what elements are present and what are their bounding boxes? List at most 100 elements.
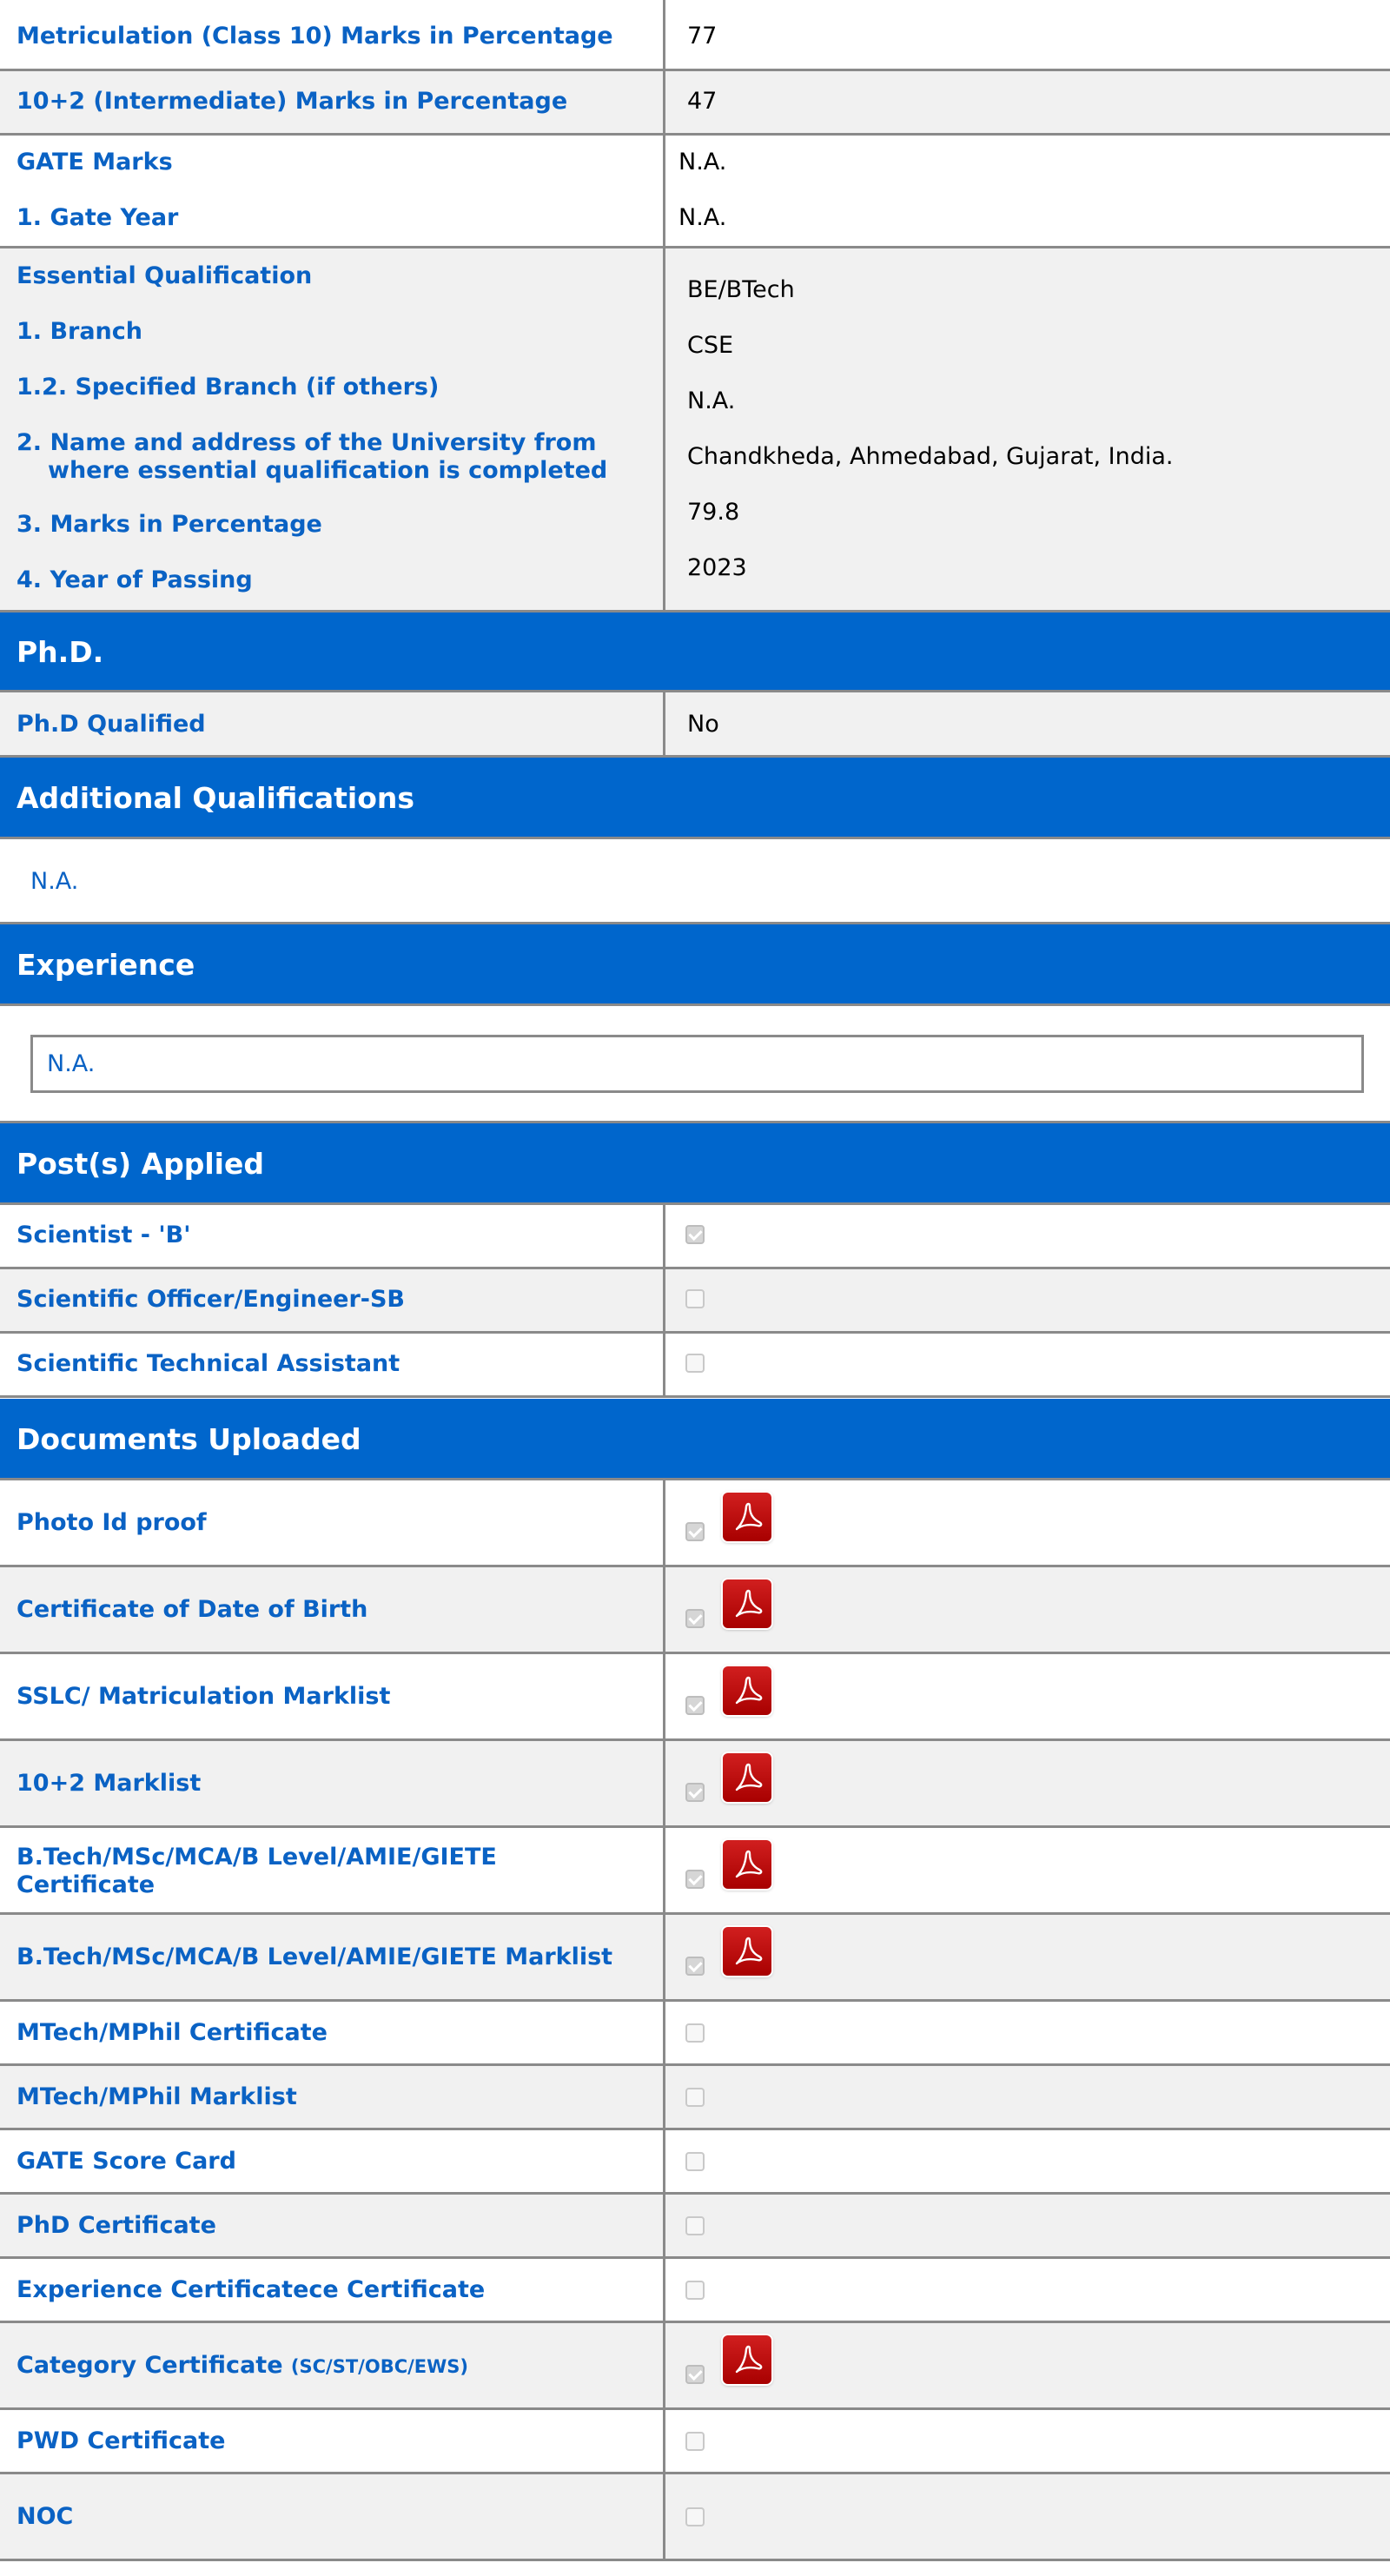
- document-row-11-label: Category Certificate (SC/ST/OBC/EWS): [17, 2352, 469, 2379]
- matriculation-row: Metriculation (Class 10) Marks in Percen…: [0, 0, 1390, 71]
- pdf-file-icon[interactable]: [723, 1927, 771, 1976]
- document-row-9-checkbox[interactable]: [685, 2216, 705, 2235]
- document-row-3-checkbox[interactable]: [685, 1783, 705, 1802]
- column-divider: [663, 2002, 665, 2063]
- column-divider: [663, 0, 665, 69]
- document-row-11-label-suffix: (SC/ST/OBC/EWS): [290, 2356, 469, 2377]
- column-divider: [663, 2259, 665, 2321]
- document-row-13-checkbox[interactable]: [685, 2507, 705, 2526]
- post-row-1-label: Scientific Officer/Engineer-SB: [17, 1286, 406, 1313]
- document-row-3: 10+2 Marklist: [0, 1741, 1390, 1828]
- document-row-8-checkbox[interactable]: [685, 2152, 705, 2171]
- university-value: Chandkheda, Ahmedabad, Gujarat, India.: [687, 443, 1174, 470]
- document-row-0-label: Photo Id proof: [17, 1509, 207, 1536]
- document-row-3-label: 10+2 Marklist: [17, 1770, 202, 1797]
- document-row-9-label: PhD Certificate: [17, 2212, 216, 2239]
- document-row-0-checkbox[interactable]: [685, 1522, 705, 1541]
- document-row-5-label: B.Tech/MSc/MCA/B Level/AMIE/GIETE Markli…: [17, 1944, 613, 1970]
- experience-row: N.A.: [0, 1006, 1390, 1123]
- phd-qualified-row: Ph.D Qualified No: [0, 692, 1390, 758]
- column-divider: [663, 1269, 665, 1331]
- branch-value: CSE: [687, 332, 734, 359]
- column-divider: [663, 2474, 665, 2559]
- document-row-10: Experience Certificatece Certificate: [0, 2259, 1390, 2323]
- document-row-11: Category Certificate (SC/ST/OBC/EWS): [0, 2323, 1390, 2410]
- experience-value: N.A.: [47, 1050, 96, 1077]
- additional-qualifications-title: Additional Qualifications: [17, 781, 415, 815]
- post-row-0: Scientist - 'B': [0, 1205, 1390, 1269]
- marks-percentage-value: 79.8: [687, 499, 740, 526]
- specified-branch-value: N.A.: [687, 387, 736, 414]
- post-row-0-checkbox[interactable]: [685, 1225, 705, 1244]
- posts-applied-title: Post(s) Applied: [17, 1147, 264, 1181]
- post-row-1: Scientific Officer/Engineer-SB: [0, 1269, 1390, 1334]
- document-row-1-checkbox[interactable]: [685, 1609, 705, 1628]
- document-row-6-checkbox[interactable]: [685, 2023, 705, 2043]
- document-row-6-label: MTech/MPhil Certificate: [17, 2019, 328, 2046]
- document-row-2-checkbox[interactable]: [685, 1696, 705, 1715]
- document-row-1: Certificate of Date of Birth: [0, 1567, 1390, 1654]
- marks-percentage-label: 3. Marks in Percentage: [17, 511, 322, 538]
- post-row-0-label: Scientist - 'B': [17, 1222, 191, 1248]
- column-divider: [663, 2130, 665, 2192]
- phd-section-header: Ph.D.: [0, 613, 1390, 692]
- experience-box: N.A.: [30, 1035, 1364, 1093]
- gate-year-value: N.A.: [678, 204, 727, 231]
- phd-section-title: Ph.D.: [17, 635, 104, 669]
- document-row-12: PWD Certificate: [0, 2410, 1390, 2474]
- column-divider: [663, 248, 665, 610]
- document-row-12-checkbox[interactable]: [685, 2432, 705, 2451]
- document-row-9: PhD Certificate: [0, 2195, 1390, 2259]
- column-divider: [663, 71, 665, 133]
- pdf-file-icon[interactable]: [723, 1666, 771, 1715]
- document-row-4-label: B.Tech/MSc/MCA/B Level/AMIE/GIETE Certif…: [17, 1844, 497, 1898]
- phd-qualified-label: Ph.D Qualified: [17, 711, 206, 738]
- post-row-1-checkbox[interactable]: [685, 1289, 705, 1308]
- column-divider: [663, 1741, 665, 1825]
- document-row-1-label: Certificate of Date of Birth: [17, 1596, 368, 1623]
- column-divider: [663, 2066, 665, 2128]
- post-row-2-checkbox[interactable]: [685, 1354, 705, 1373]
- post-row-2-label: Scientific Technical Assistant: [17, 1350, 400, 1377]
- document-row-2: SSLC/ Matriculation Marklist: [0, 1654, 1390, 1741]
- pdf-file-icon[interactable]: [723, 2335, 771, 2384]
- experience-title: Experience: [17, 948, 195, 982]
- document-row-4-checkbox[interactable]: [685, 1870, 705, 1889]
- matriculation-label: Metriculation (Class 10) Marks in Percen…: [17, 23, 613, 50]
- post-row-2: Scientific Technical Assistant: [0, 1334, 1390, 1398]
- document-row-12-label: PWD Certificate: [17, 2427, 226, 2454]
- additional-qualifications-row: N.A.: [0, 839, 1390, 924]
- pdf-file-icon[interactable]: [723, 1840, 771, 1889]
- year-of-passing-label: 4. Year of Passing: [17, 566, 253, 593]
- document-row-7-checkbox[interactable]: [685, 2088, 705, 2107]
- document-row-7: MTech/MPhil Marklist: [0, 2066, 1390, 2130]
- pdf-file-icon[interactable]: [723, 1579, 771, 1628]
- additional-qualifications-header: Additional Qualifications: [0, 758, 1390, 839]
- document-row-10-checkbox[interactable]: [685, 2281, 705, 2300]
- document-row-10-label: Experience Certificatece Certificate: [17, 2276, 486, 2303]
- document-row-13-label: NOC: [17, 2503, 74, 2530]
- pdf-file-icon[interactable]: [723, 1753, 771, 1802]
- documents-uploaded-header: Documents Uploaded: [0, 1399, 1390, 1480]
- column-divider: [663, 1915, 665, 1999]
- gate-marks-value: N.A.: [678, 149, 727, 175]
- column-divider: [663, 1205, 665, 1267]
- document-row-5: B.Tech/MSc/MCA/B Level/AMIE/GIETE Markli…: [0, 1915, 1390, 2002]
- column-divider: [663, 1334, 665, 1395]
- document-row-8: GATE Score Card: [0, 2130, 1390, 2195]
- document-row-8-label: GATE Score Card: [17, 2148, 236, 2175]
- column-divider: [663, 1654, 665, 1738]
- intermediate-value: 47: [687, 88, 718, 115]
- column-divider: [663, 1480, 665, 1565]
- document-row-5-checkbox[interactable]: [685, 1957, 705, 1976]
- essential-qualification-value: BE/BTech: [687, 276, 795, 303]
- column-divider: [663, 2410, 665, 2472]
- phd-qualified-value: No: [687, 711, 719, 738]
- matriculation-value: 77: [687, 23, 718, 50]
- experience-header: Experience: [0, 924, 1390, 1006]
- additional-qualifications-value: N.A.: [30, 868, 79, 895]
- gate-year-label: 1. Gate Year: [17, 204, 179, 231]
- document-row-11-checkbox[interactable]: [685, 2365, 705, 2384]
- pdf-file-icon[interactable]: [723, 1493, 771, 1541]
- document-row-4: B.Tech/MSc/MCA/B Level/AMIE/GIETE Certif…: [0, 1828, 1390, 1915]
